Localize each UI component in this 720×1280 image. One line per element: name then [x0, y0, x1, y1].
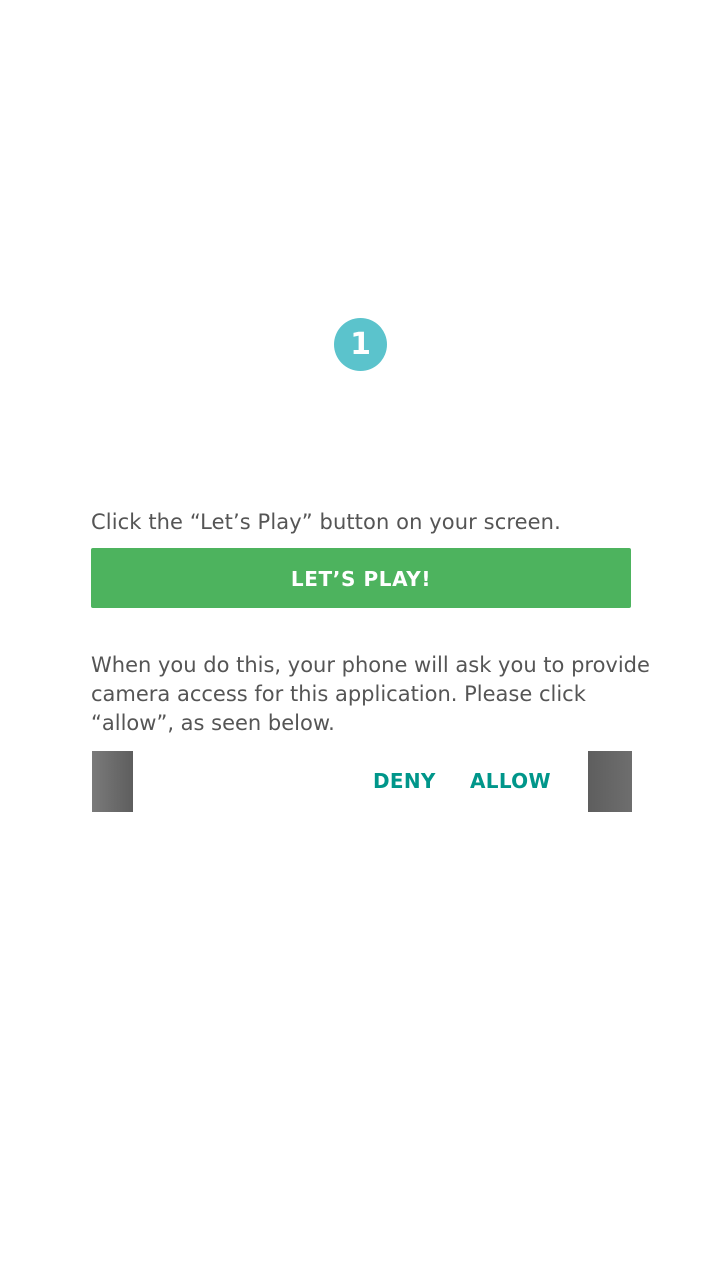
step-number-badge: 1 — [334, 318, 387, 371]
dialog-left-edge — [92, 751, 133, 812]
lets-play-button[interactable]: LET’S PLAY! — [91, 548, 631, 608]
deny-button[interactable]: DENY — [373, 751, 436, 812]
camera-access-description: When you do this, your phone will ask yo… — [91, 653, 650, 735]
allow-button[interactable]: ALLOW — [470, 751, 551, 812]
camera-permission-instructions-screen: 1 Click the “Let’s Play” button on your … — [0, 0, 720, 1280]
dialog-right-edge — [588, 751, 632, 812]
instruction-text: Click the “Let’s Play” button on your sc… — [91, 510, 561, 534]
permission-dialog-preview: DENY ALLOW — [92, 751, 632, 812]
